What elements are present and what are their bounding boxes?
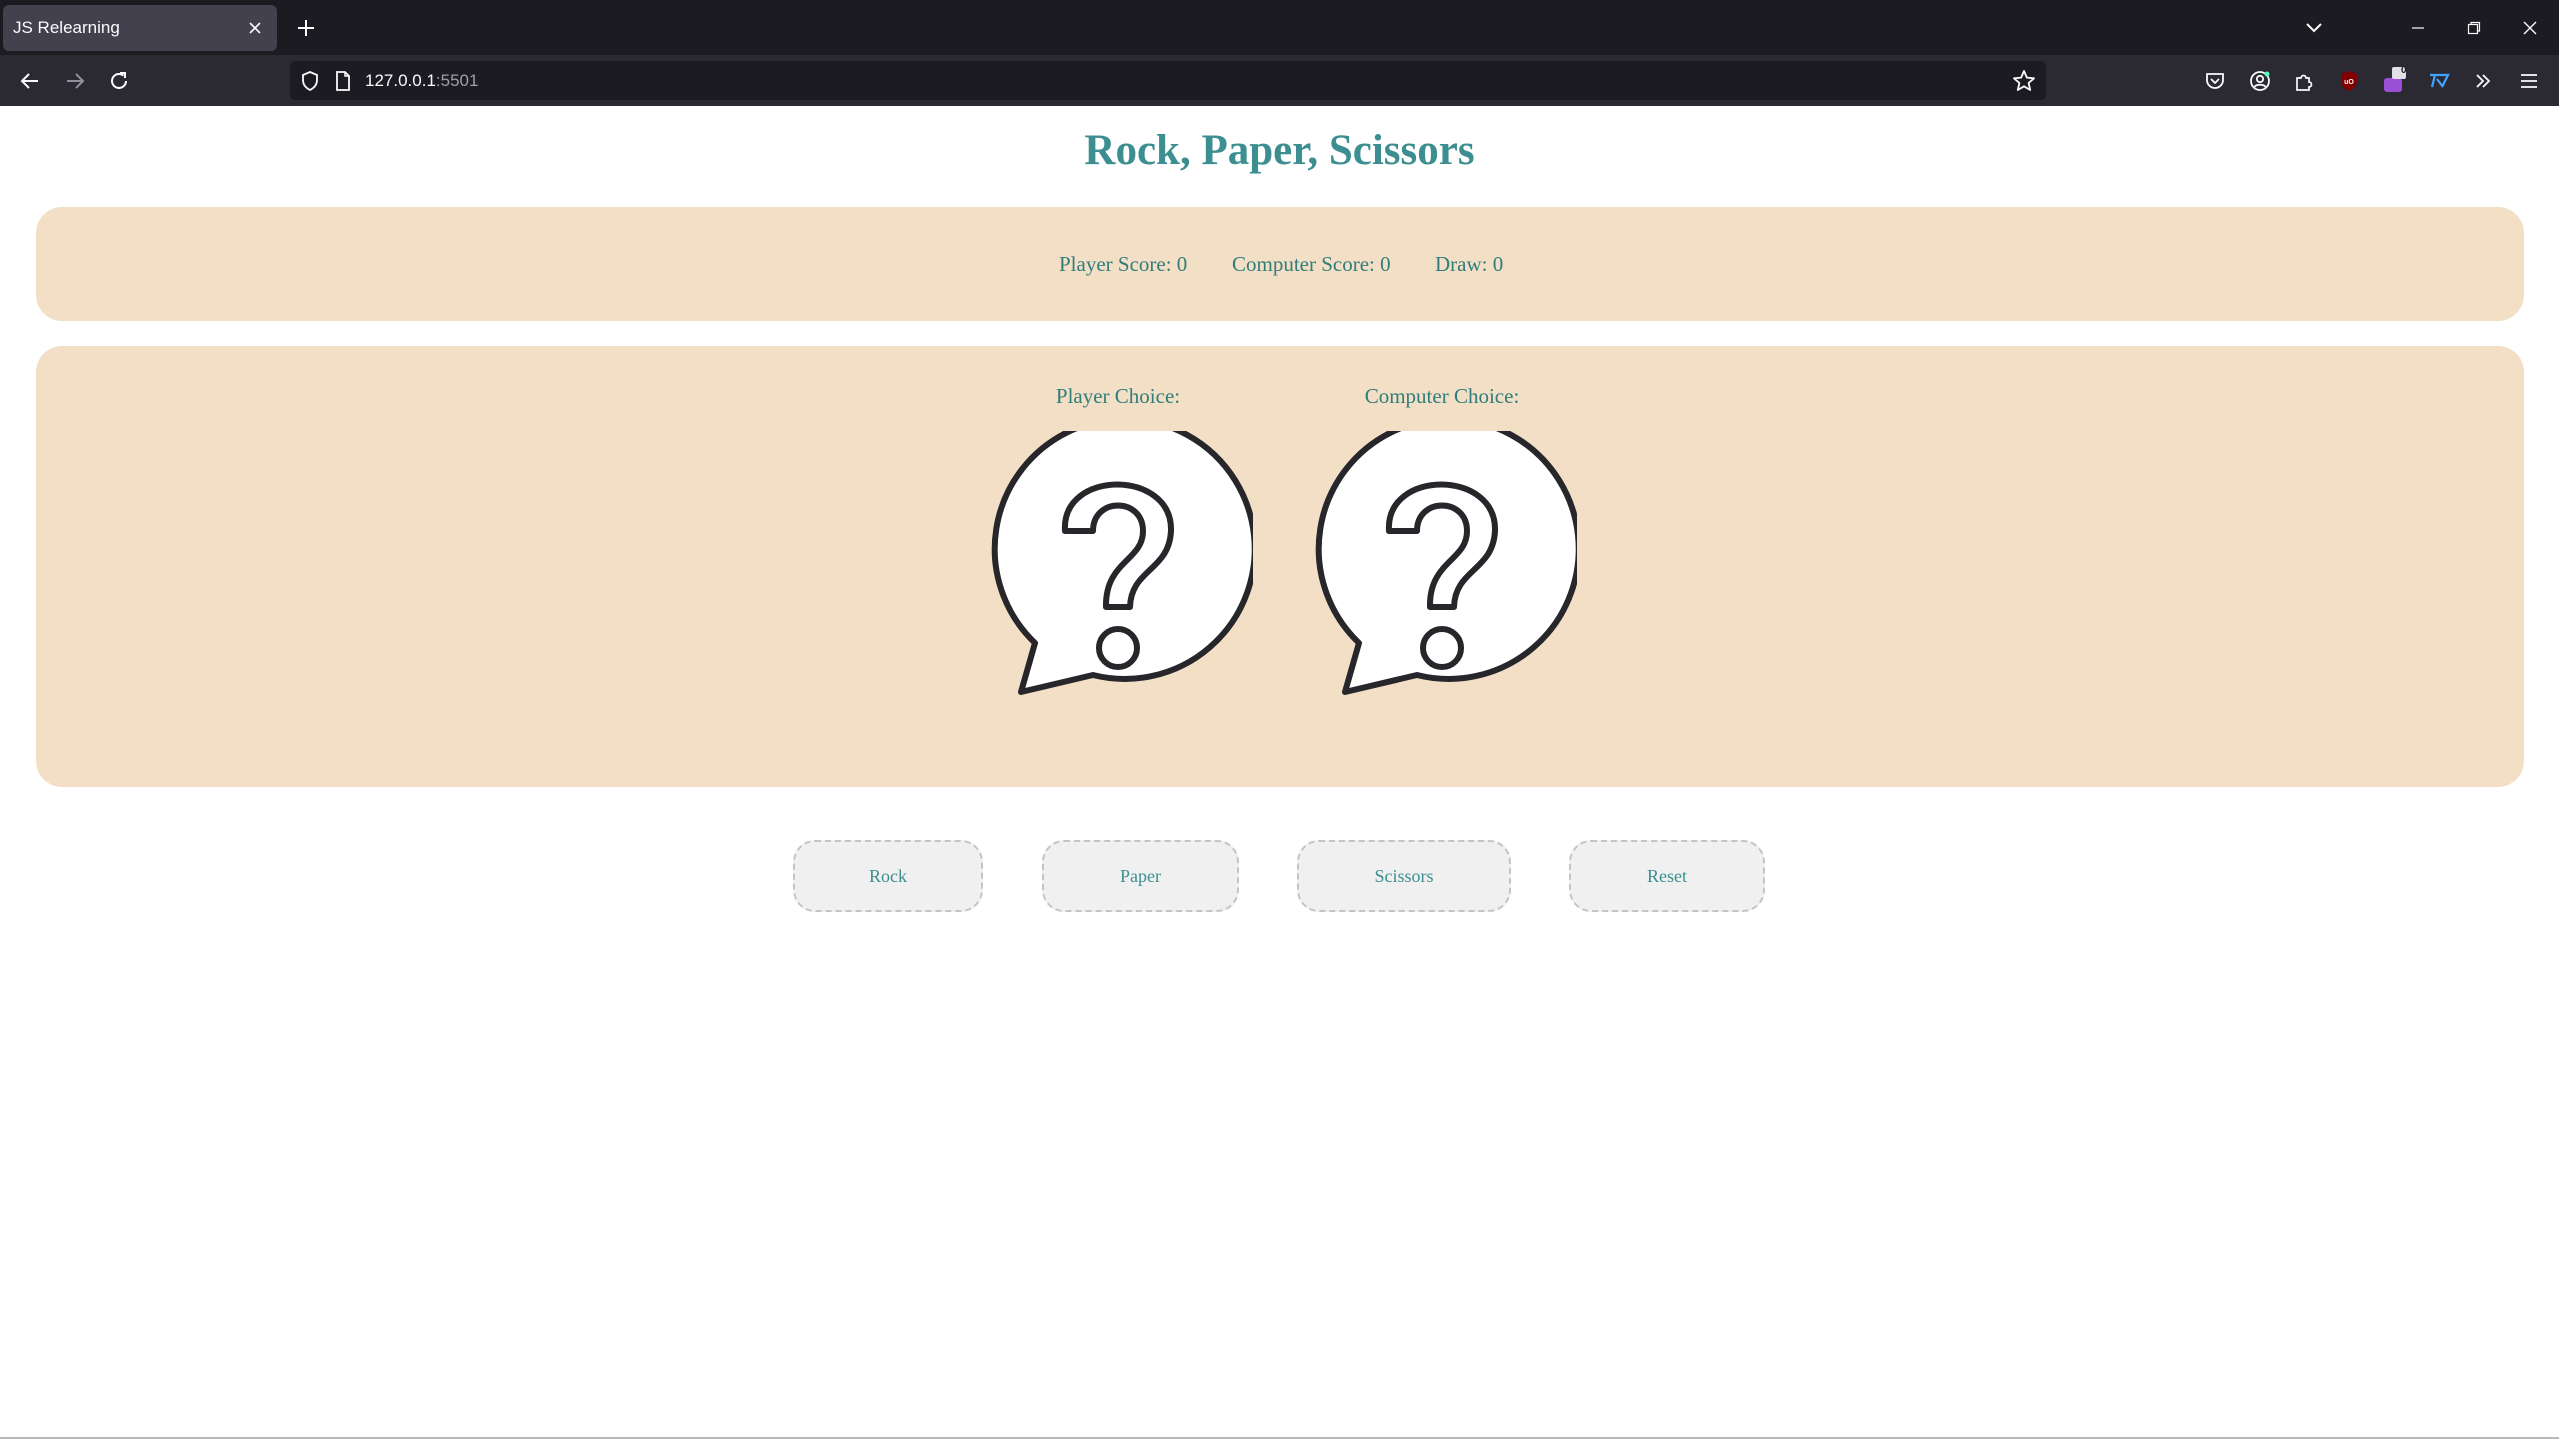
reload-icon[interactable] [101, 63, 137, 99]
url-bar[interactable]: 127.0.0.1:5501 [290, 61, 2046, 100]
tab-title: JS Relearning [13, 18, 120, 37]
list-tabs-chevron-icon[interactable] [2294, 10, 2334, 46]
player-score: Player Score: 0 [1059, 252, 1188, 276]
forward-arrow-icon[interactable] [57, 63, 93, 99]
hamburger-menu-icon[interactable] [2511, 63, 2547, 99]
draw-score: Draw: 0 [1435, 252, 1504, 276]
player-choice-question-icon [983, 431, 1253, 701]
computer-score: Computer Score: 0 [1232, 252, 1391, 276]
choice-panel: Player Choice: Computer Choice: [36, 346, 2524, 787]
action-buttons: Rock Paper Scissors Reset [0, 840, 2559, 916]
score-panel: Player Score: 0 Computer Score: 0 Draw: … [36, 207, 2524, 321]
pocket-icon[interactable] [2197, 63, 2233, 99]
new-tab-icon[interactable] [290, 12, 322, 44]
page-content: Rock, Paper, Scissors Player Score: 0 Co… [0, 106, 2559, 1439]
extension-badge-icon[interactable]: 0 [2376, 63, 2412, 99]
translate-extension-icon[interactable] [2421, 63, 2457, 99]
player-choice-label: Player Choice: [1055, 384, 1181, 408]
close-window-icon[interactable] [2510, 10, 2550, 46]
extensions-puzzle-icon[interactable] [2286, 63, 2322, 99]
browser-tab[interactable]: JS Relearning [3, 5, 277, 51]
restore-icon[interactable] [2454, 10, 2494, 46]
url-text[interactable]: 127.0.0.1:5501 [365, 61, 478, 100]
close-tab-icon[interactable] [241, 14, 269, 42]
url-port: :5501 [435, 71, 479, 90]
ublock-origin-icon[interactable]: uO [2331, 63, 2367, 99]
page-title: Rock, Paper, Scissors [1084, 127, 1475, 174]
scissors-button[interactable]: Scissors [1297, 840, 1511, 912]
browser-nav-bar: 127.0.0.1:5501 uO 0 [0, 55, 2559, 106]
account-icon[interactable] [2242, 63, 2278, 99]
more-tools-chevron-icon[interactable] [2465, 63, 2501, 99]
svg-text:uO: uO [2344, 79, 2354, 86]
browser-tab-bar: JS Relearning [0, 0, 2559, 55]
reset-button[interactable]: Reset [1569, 840, 1765, 912]
extension-badge-count: 0 [2401, 65, 2407, 76]
paper-button[interactable]: Paper [1042, 840, 1239, 912]
computer-choice-question-icon [1307, 431, 1577, 701]
minimize-icon[interactable] [2398, 10, 2438, 46]
page-icon[interactable] [334, 70, 352, 92]
computer-choice-label: Computer Choice: [1364, 384, 1520, 408]
url-host: 127.0.0.1 [365, 71, 436, 90]
back-arrow-icon[interactable] [12, 63, 48, 99]
bookmark-star-icon[interactable] [2012, 69, 2036, 93]
rock-button[interactable]: Rock [793, 840, 983, 912]
shield-icon[interactable] [300, 70, 320, 92]
